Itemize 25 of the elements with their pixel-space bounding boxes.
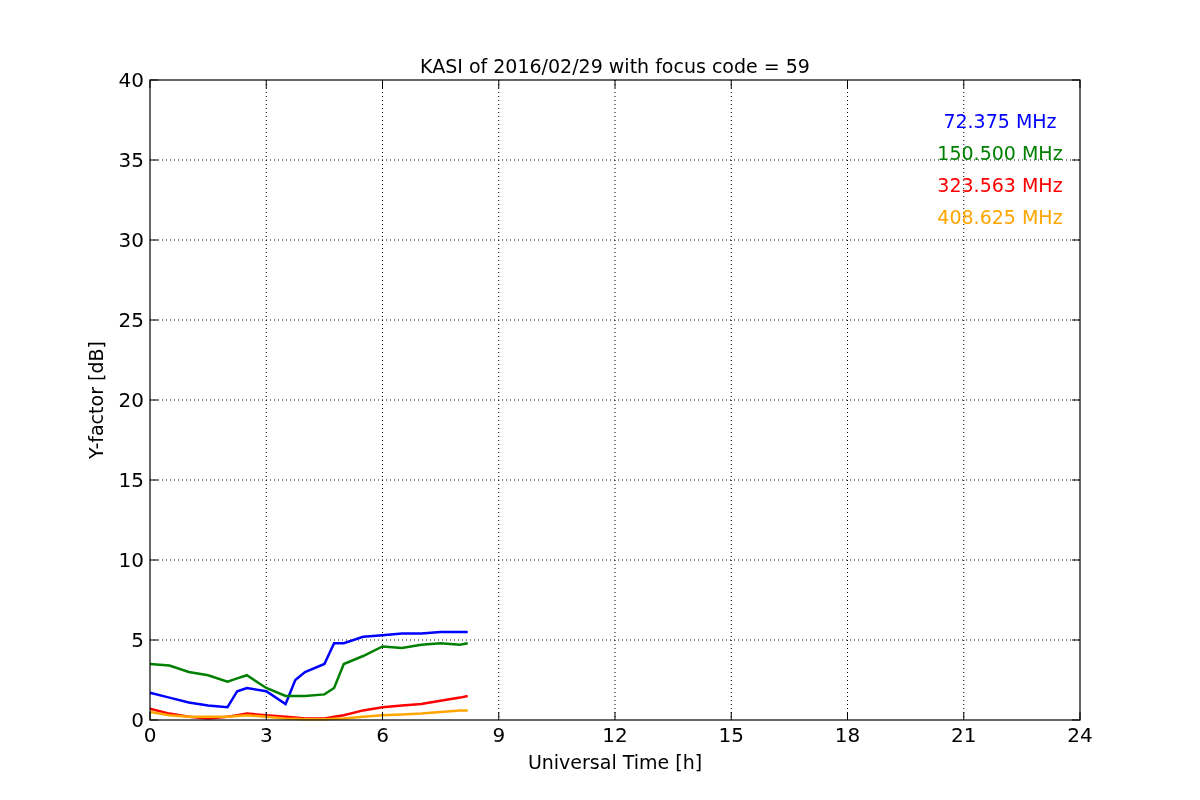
x-tick-label: 15 bbox=[718, 723, 744, 747]
x-tick-label: 3 bbox=[259, 723, 273, 747]
x-tick-label: 12 bbox=[602, 723, 628, 747]
legend-label: 150.500 MHz bbox=[937, 142, 1063, 164]
y-tick-label: 25 bbox=[118, 308, 144, 332]
y-tick-label: 20 bbox=[118, 388, 144, 412]
y-tick-label: 40 bbox=[118, 68, 144, 92]
x-tick-label: 24 bbox=[1067, 723, 1093, 747]
x-tick-label: 18 bbox=[834, 723, 861, 747]
legend-label: 323.563 MHz bbox=[937, 174, 1063, 196]
x-tick-label: 0 bbox=[143, 723, 157, 747]
y-tick-label: 5 bbox=[131, 628, 144, 652]
x-tick-label: 21 bbox=[951, 723, 977, 747]
y-tick-label: 15 bbox=[118, 468, 144, 492]
chart-title: KASI of 2016/02/29 with focus code = 59 bbox=[420, 55, 810, 77]
x-axis-label: Universal Time [h] bbox=[527, 751, 703, 773]
y-tick-label: 35 bbox=[118, 148, 144, 172]
y-tick-label: 30 bbox=[118, 228, 144, 252]
x-tick-label: 9 bbox=[492, 723, 506, 747]
y-axis-label: Y-factor [dB] bbox=[85, 341, 107, 459]
legend-label: 408.625 MHz bbox=[937, 206, 1063, 228]
y-tick-label: 0 bbox=[131, 708, 144, 732]
legend-label: 72.375 MHz bbox=[943, 110, 1057, 132]
x-tick-label: 6 bbox=[376, 723, 389, 747]
y-tick-label: 10 bbox=[118, 548, 144, 572]
